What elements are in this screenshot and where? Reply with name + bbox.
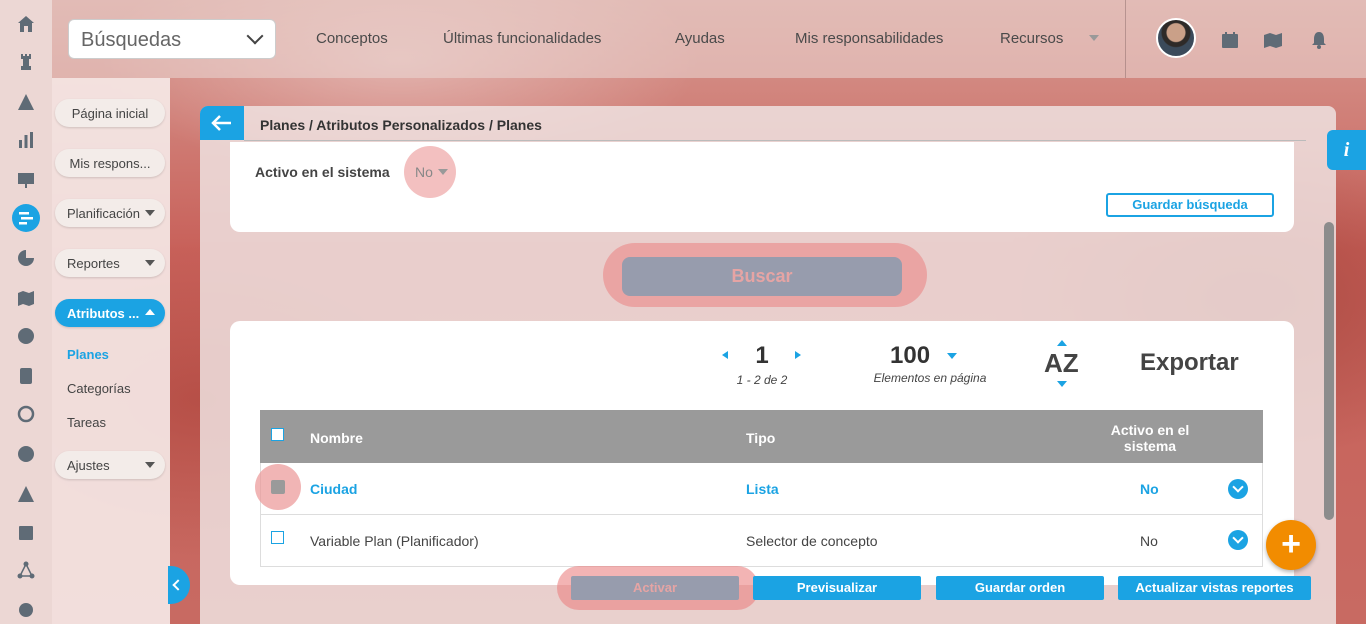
caret-down-icon[interactable]	[947, 353, 957, 359]
filter-card	[230, 142, 1294, 232]
caret-down-icon[interactable]	[1089, 35, 1099, 41]
icon-rail	[0, 0, 52, 624]
row-name: Variable Plan (Planificador)	[310, 533, 479, 549]
nav-atributos[interactable]: Atributos ...	[55, 299, 165, 327]
chevron-down-icon[interactable]	[1228, 530, 1248, 550]
avatar[interactable]	[1156, 18, 1196, 58]
row-active: No	[1140, 533, 1158, 549]
row-type: Lista	[746, 481, 779, 497]
nav-label: Ajustes	[67, 457, 110, 473]
search-select[interactable]: Búsquedas	[68, 19, 276, 59]
bar-chart-icon[interactable]	[12, 126, 40, 154]
sort-button[interactable]: AZ	[1044, 348, 1079, 379]
page-range: 1 - 2 de 2	[736, 373, 788, 387]
nav-label: Página inicial	[71, 105, 149, 121]
home-icon[interactable]	[12, 10, 40, 38]
filter-value-select[interactable]: No	[415, 164, 433, 180]
row-active: No	[1140, 481, 1159, 497]
subnav-planes[interactable]: Planes	[67, 347, 109, 362]
settings-icon[interactable]	[12, 596, 40, 624]
pie-chart-icon[interactable]	[12, 244, 40, 272]
presentation-icon[interactable]	[12, 166, 40, 194]
breadcrumb-divider	[244, 140, 1306, 141]
clock-icon[interactable]	[12, 322, 40, 350]
search-select-label: Búsquedas	[81, 29, 182, 51]
nav-planificacion[interactable]: Planificación	[55, 199, 165, 227]
network-icon[interactable]	[12, 556, 40, 584]
nav-label: Mis respons...	[69, 155, 151, 171]
nav-mis-responsabilidades[interactable]: Mis respons...	[55, 149, 165, 177]
nav-mis-responsabilidades[interactable]: Mis responsabilidades	[795, 30, 943, 47]
caret-down-icon[interactable]	[438, 169, 448, 175]
nav-pagina-inicial[interactable]: Página inicial	[55, 99, 165, 127]
nav-label: Atributos ...	[67, 305, 140, 321]
column-header-tipo[interactable]: Tipo	[746, 430, 775, 446]
save-order-button[interactable]: Guardar orden	[936, 576, 1104, 600]
row-type: Selector de concepto	[746, 533, 878, 549]
cycle-icon[interactable]	[12, 400, 40, 428]
document-icon[interactable]	[12, 362, 40, 390]
nav-ajustes[interactable]: Ajustes	[55, 451, 165, 479]
arrow-left-icon	[211, 115, 231, 131]
breadcrumb: Planes / Atributos Personalizados / Plan…	[260, 117, 542, 133]
sort-down-icon[interactable]	[1057, 381, 1067, 387]
per-page-label: Elementos en página	[873, 371, 987, 385]
subnav-categorias[interactable]: Categorías	[67, 381, 131, 396]
secondary-nav: Página inicial Mis respons... Planificac…	[52, 78, 170, 624]
prev-page-icon[interactable]	[722, 351, 728, 359]
nav-recursos[interactable]: Recursos	[1000, 30, 1063, 47]
caret-up-icon	[145, 309, 155, 315]
caret-down-icon	[145, 210, 155, 216]
info-icon[interactable]: i	[1327, 130, 1366, 170]
select-all-checkbox[interactable]	[271, 428, 284, 441]
caret-down-icon	[145, 462, 155, 468]
scrollbar[interactable]	[1324, 222, 1334, 520]
row-name[interactable]: Ciudad	[310, 481, 357, 497]
activate-button[interactable]: Activar	[571, 576, 739, 600]
page-number: 1	[755, 342, 769, 369]
save-search-button[interactable]: Guardar búsqueda	[1106, 193, 1274, 217]
calendar-icon[interactable]	[1220, 30, 1240, 50]
map-icon[interactable]	[12, 284, 40, 312]
column-header-nombre[interactable]: Nombre	[310, 430, 363, 446]
preview-button[interactable]: Previsualizar	[753, 576, 921, 600]
filter-label: Activo en el sistema	[255, 164, 390, 180]
calendar-icon[interactable]	[12, 518, 40, 546]
next-page-icon[interactable]	[795, 351, 801, 359]
sort-up-icon[interactable]	[1057, 340, 1067, 346]
nav-ultimas-funcionalidades[interactable]: Últimas funcionalidades	[443, 30, 601, 47]
per-page-select[interactable]: 100	[890, 342, 930, 370]
attributes-icon[interactable]	[12, 204, 40, 232]
warning-icon[interactable]	[12, 480, 40, 508]
column-header-activo[interactable]: Activo en el sistema	[1100, 422, 1200, 454]
nav-label: Reportes	[67, 255, 120, 271]
add-button[interactable]: +	[1266, 520, 1316, 570]
nav-ayudas[interactable]: Ayudas	[675, 30, 725, 47]
search-button[interactable]: Buscar	[622, 257, 902, 296]
topbar-divider	[1125, 0, 1126, 78]
caret-down-icon	[145, 260, 155, 266]
pyramid-icon[interactable]	[12, 88, 40, 116]
nav-conceptos[interactable]: Conceptos	[316, 30, 388, 47]
tower-icon[interactable]	[12, 48, 40, 76]
back-button[interactable]	[200, 106, 244, 140]
nav-label: Planificación	[67, 205, 140, 221]
subnav-tareas[interactable]: Tareas	[67, 415, 106, 430]
bell-icon[interactable]	[1309, 30, 1329, 50]
check-icon[interactable]	[12, 440, 40, 468]
chevron-down-icon[interactable]	[1228, 479, 1248, 499]
chevron-down-icon	[246, 27, 264, 45]
row-checkbox[interactable]	[271, 480, 285, 494]
update-reports-button[interactable]: Actualizar vistas reportes	[1118, 576, 1311, 600]
row-checkbox[interactable]	[271, 531, 284, 544]
export-button[interactable]: Exportar	[1140, 349, 1239, 377]
nav-reportes[interactable]: Reportes	[55, 249, 165, 277]
map-icon[interactable]	[1263, 30, 1283, 50]
